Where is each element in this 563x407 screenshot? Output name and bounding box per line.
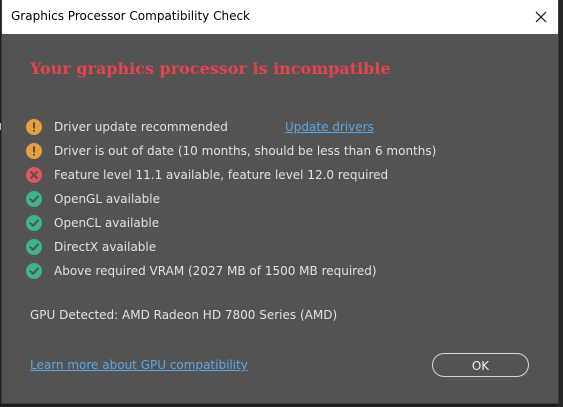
check-item-opencl: OpenCL available	[26, 212, 526, 236]
check-item-vram: Above required VRAM (2027 MB of 1500 MB …	[26, 260, 526, 284]
gpu-detected-text: GPU Detected: AMD Radeon HD 7800 Series …	[30, 308, 338, 322]
window-title: Graphics Processor Compatibility Check	[11, 9, 250, 23]
ok-button[interactable]: OK	[432, 353, 529, 377]
check-icon	[26, 215, 42, 231]
incompatible-heading: Your graphics processor is incompatible	[30, 59, 391, 78]
check-icon	[26, 239, 42, 255]
warning-icon	[26, 119, 42, 135]
check-item-driver-update: Driver update recommended	[26, 116, 526, 140]
close-button[interactable]	[528, 4, 554, 30]
check-icon	[26, 191, 42, 207]
check-item-opengl: OpenGL available	[26, 188, 526, 212]
error-icon	[26, 167, 42, 183]
check-label: Driver update recommended	[54, 120, 228, 134]
check-label: DirectX available	[54, 240, 157, 254]
check-label: OpenGL available	[54, 192, 161, 206]
learn-more-link[interactable]: Learn more about GPU compatibility	[30, 358, 248, 372]
check-item-directx: DirectX available	[26, 236, 526, 260]
compatibility-check-list: Driver update recommended Driver is out …	[26, 116, 526, 284]
check-label: Feature level 11.1 available, feature le…	[54, 168, 389, 182]
warning-icon	[26, 143, 42, 159]
check-icon	[26, 263, 42, 279]
title-bar[interactable]: Graphics Processor Compatibility Check	[2, 0, 558, 34]
check-label: Driver is out of date (10 months, should…	[54, 144, 437, 158]
check-item-feature-level: Feature level 11.1 available, feature le…	[26, 164, 526, 188]
gpu-compatibility-dialog: Graphics Processor Compatibility Check Y…	[2, 0, 558, 403]
close-icon	[535, 11, 547, 23]
check-item-driver-age: Driver is out of date (10 months, should…	[26, 140, 526, 164]
check-label: Above required VRAM (2027 MB of 1500 MB …	[54, 264, 377, 278]
update-drivers-link[interactable]: Update drivers	[285, 120, 374, 134]
check-label: OpenCL available	[54, 216, 160, 230]
background-window-edge	[558, 0, 563, 407]
